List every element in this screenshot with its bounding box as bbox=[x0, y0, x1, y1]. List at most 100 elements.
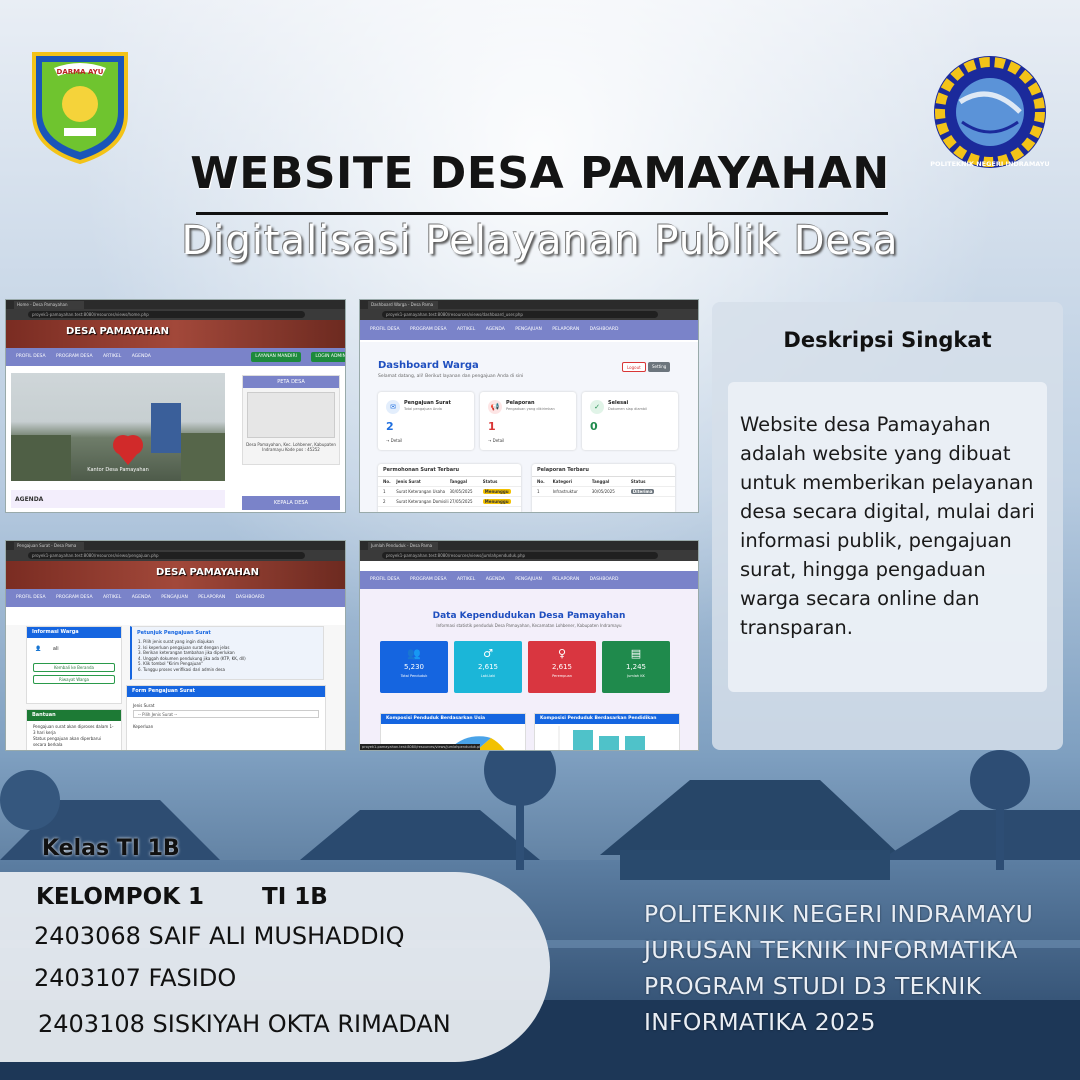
map-embed[interactable] bbox=[247, 392, 335, 438]
nav-item-pengajuan[interactable]: PENGAJUAN bbox=[161, 595, 188, 600]
card-detail-link[interactable]: → Detail bbox=[488, 438, 504, 443]
check-icon: ✓ bbox=[590, 400, 604, 414]
table-row: 1 Infrastruktur 30/05/2025 Diterima bbox=[532, 487, 675, 497]
setting-button[interactable]: Setting bbox=[648, 362, 671, 372]
logout-button[interactable]: Logout bbox=[622, 362, 646, 372]
card-title: Pelaporan bbox=[506, 400, 535, 406]
browser-tab[interactable]: Home - Desa Pamayahan bbox=[14, 301, 84, 309]
col-header: Tanggal bbox=[591, 479, 610, 484]
browser-tab[interactable]: Jumlah Penduduk - Desa Pama bbox=[368, 542, 438, 550]
screenshot-dashboard: Dashboard Warga - Desa Pama proyek1-pama… bbox=[359, 299, 699, 513]
kelompok-class: TI 1B bbox=[262, 884, 328, 910]
nav-item-profil[interactable]: PROFIL DESA bbox=[370, 327, 400, 332]
nav-item-agenda[interactable]: AGENDA bbox=[132, 595, 151, 600]
nav-item-profil[interactable]: PROFIL DESA bbox=[16, 595, 46, 600]
cell: Surat Keterangan Domisili bbox=[396, 499, 449, 504]
people-icon: 👥 bbox=[407, 647, 421, 660]
nav-item-dashboard[interactable]: DASHBOARD bbox=[236, 595, 265, 600]
chart-title: Komposisi Penduduk Berdasarkan Usia bbox=[381, 714, 525, 724]
status-badge: Diterima bbox=[630, 489, 655, 494]
list-item: Status pengajuan akan diperbarui secara … bbox=[33, 736, 101, 747]
female-icon: ♀ bbox=[557, 647, 567, 660]
kelompok-label: KELOMPOK 1 bbox=[36, 884, 205, 910]
id-card-icon: ▤ bbox=[630, 647, 642, 660]
cell: 27/05/2025 bbox=[449, 499, 473, 504]
browser-url-bar: proyek1-pamayahan.test:8080/resources/vi… bbox=[6, 309, 345, 320]
screenshot-penduduk: Jumlah Penduduk - Desa Pama proyek1-pama… bbox=[359, 540, 699, 751]
list-item: Pengajuan surat akan diproses dalam 1-3 … bbox=[33, 724, 114, 735]
browser-tab-bar: Home - Desa Pamayahan bbox=[6, 300, 345, 309]
browser-tab-bar: Pengajuan Surat - Desa Pama bbox=[6, 541, 345, 550]
browser-url-bar: proyek1-pamayahan.test:8080/resources/vi… bbox=[360, 550, 698, 561]
table-header-row: No. Kategori Tanggal Status bbox=[532, 477, 675, 487]
bar-chart-preview bbox=[558, 726, 645, 750]
stat-perempuan: ♀ 2,615 Perempuan bbox=[528, 641, 596, 693]
stat-label: Total Penduduk bbox=[400, 674, 428, 678]
nav-item-agenda[interactable]: AGENDA bbox=[132, 354, 151, 359]
site-header: DESA PAMAYAHAN bbox=[6, 320, 345, 348]
cell: 2 bbox=[383, 499, 386, 504]
col-header: Status bbox=[630, 479, 646, 484]
url-input[interactable]: proyek1-pamayahan.test:8080/resources/vi… bbox=[382, 311, 658, 318]
col-header: No. bbox=[383, 479, 391, 484]
status-badge: Menunggu bbox=[482, 489, 511, 494]
institution-line: JURUSAN TEKNIK INFORMATIKA bbox=[644, 936, 1018, 964]
site-nav: PROFIL DESA PROGRAM DESA ARTIKEL AGENDA … bbox=[360, 571, 698, 589]
nav-item-pelaporan[interactable]: PELAPORAN bbox=[198, 595, 225, 600]
site-name: DESA PAMAYAHAN bbox=[66, 326, 169, 337]
col-header: Jenis Surat bbox=[396, 479, 421, 484]
nav-item-pengajuan[interactable]: PENGAJUAN bbox=[515, 577, 542, 582]
riwayat-warga-button[interactable]: Riwayat Warga bbox=[33, 675, 115, 684]
stat-kk: ▤ 1,245 Jumlah KK bbox=[602, 641, 670, 693]
nav-item-pelaporan[interactable]: PELAPORAN bbox=[552, 577, 579, 582]
agenda-heading: AGENDA bbox=[11, 490, 225, 508]
layanan-mandiri-button[interactable]: LAYANAN MANDIRI bbox=[251, 352, 301, 362]
nav-item-artikel[interactable]: ARTIKEL bbox=[103, 354, 121, 359]
kelas-label: Kelas TI 1B bbox=[42, 836, 180, 861]
browser-tab[interactable]: Pengajuan Surat - Desa Pama bbox=[14, 542, 84, 550]
url-input[interactable]: proyek1-pamayahan.test:8080/resources/vi… bbox=[28, 552, 305, 559]
card-pengajuan[interactable]: ✉ Pengajuan Surat Total pengajuan Anda 2… bbox=[378, 392, 474, 450]
field-label: Jenis Surat bbox=[133, 703, 155, 708]
kembali-beranda-button[interactable]: Kembali ke Beranda bbox=[33, 663, 115, 672]
browser-tab[interactable]: Dashboard Warga - Desa Pama bbox=[368, 301, 438, 309]
nav-item-program[interactable]: PROGRAM DESA bbox=[56, 595, 93, 600]
url-input[interactable]: proyek1-pamayahan.test:8080/resources/vi… bbox=[28, 311, 305, 318]
nav-item-artikel[interactable]: ARTIKEL bbox=[103, 595, 121, 600]
cell: 30/05/2025 bbox=[449, 489, 473, 494]
nav-item-program[interactable]: PROGRAM DESA bbox=[56, 354, 93, 359]
card-pelaporan[interactable]: 📢 Pelaporan Pengaduan yang dikirimkan 1 … bbox=[480, 392, 576, 450]
card-detail-link[interactable]: → Detail bbox=[386, 438, 402, 443]
cell: Infrastruktur bbox=[552, 489, 578, 494]
table-permohonan: Permohonan Surat Terbaru No. Jenis Surat… bbox=[378, 464, 521, 512]
nav-item-artikel[interactable]: ARTIKEL bbox=[457, 327, 475, 332]
description-card: Deskripsi Singkat Website desa Pamayahan… bbox=[712, 302, 1063, 750]
nav-item-artikel[interactable]: ARTIKEL bbox=[457, 577, 475, 582]
dashboard-body: Dashboard Warga Selamat datang, ali! Ber… bbox=[360, 342, 698, 512]
institution-line: INFORMATIKA 2025 bbox=[644, 1008, 876, 1036]
login-admin-button[interactable]: LOGIN ADMIN bbox=[311, 352, 345, 362]
panel-title: Petunjuk Pengajuan Surat bbox=[137, 630, 211, 636]
nav-item-agenda[interactable]: AGENDA bbox=[486, 327, 505, 332]
table-row: 2 Surat Keterangan Domisili 27/05/2025 M… bbox=[378, 497, 521, 507]
nav-item-agenda[interactable]: AGENDA bbox=[486, 577, 505, 582]
hero-image: Kantor Desa Pamayahan bbox=[11, 373, 225, 481]
browser-tab-bar: Jumlah Penduduk - Desa Pama bbox=[360, 541, 698, 550]
member-1: 2403068 SAIF ALI MUSHADDIQ bbox=[34, 922, 405, 950]
stat-laki: ♂ 2,615 Laki-laki bbox=[454, 641, 522, 693]
card-selesai[interactable]: ✓ Selesai Dokumen siap diambil 0 bbox=[582, 392, 678, 450]
description-box: Website desa Pamayahan adalah website ya… bbox=[728, 382, 1047, 692]
nav-item-program[interactable]: PROGRAM DESA bbox=[410, 327, 447, 332]
nav-item-pengajuan[interactable]: PENGAJUAN bbox=[515, 327, 542, 332]
jenis-surat-select[interactable]: -- Pilih Jenis Surat -- bbox=[133, 710, 319, 718]
url-input[interactable]: proyek1-pamayahan.test:8080/resources/vi… bbox=[382, 552, 658, 559]
nav-item-profil[interactable]: PROFIL DESA bbox=[370, 577, 400, 582]
nav-item-dashboard[interactable]: DASHBOARD bbox=[590, 327, 619, 332]
nav-item-dashboard[interactable]: DASHBOARD bbox=[590, 577, 619, 582]
nav-item-profil[interactable]: PROFIL DESA bbox=[16, 354, 46, 359]
card-value: 0 bbox=[590, 420, 598, 433]
table-header-row: No. Jenis Surat Tanggal Status bbox=[378, 477, 521, 487]
nav-item-pelaporan[interactable]: PELAPORAN bbox=[552, 327, 579, 332]
nav-item-program[interactable]: PROGRAM DESA bbox=[410, 577, 447, 582]
user-name: ali bbox=[52, 646, 59, 652]
